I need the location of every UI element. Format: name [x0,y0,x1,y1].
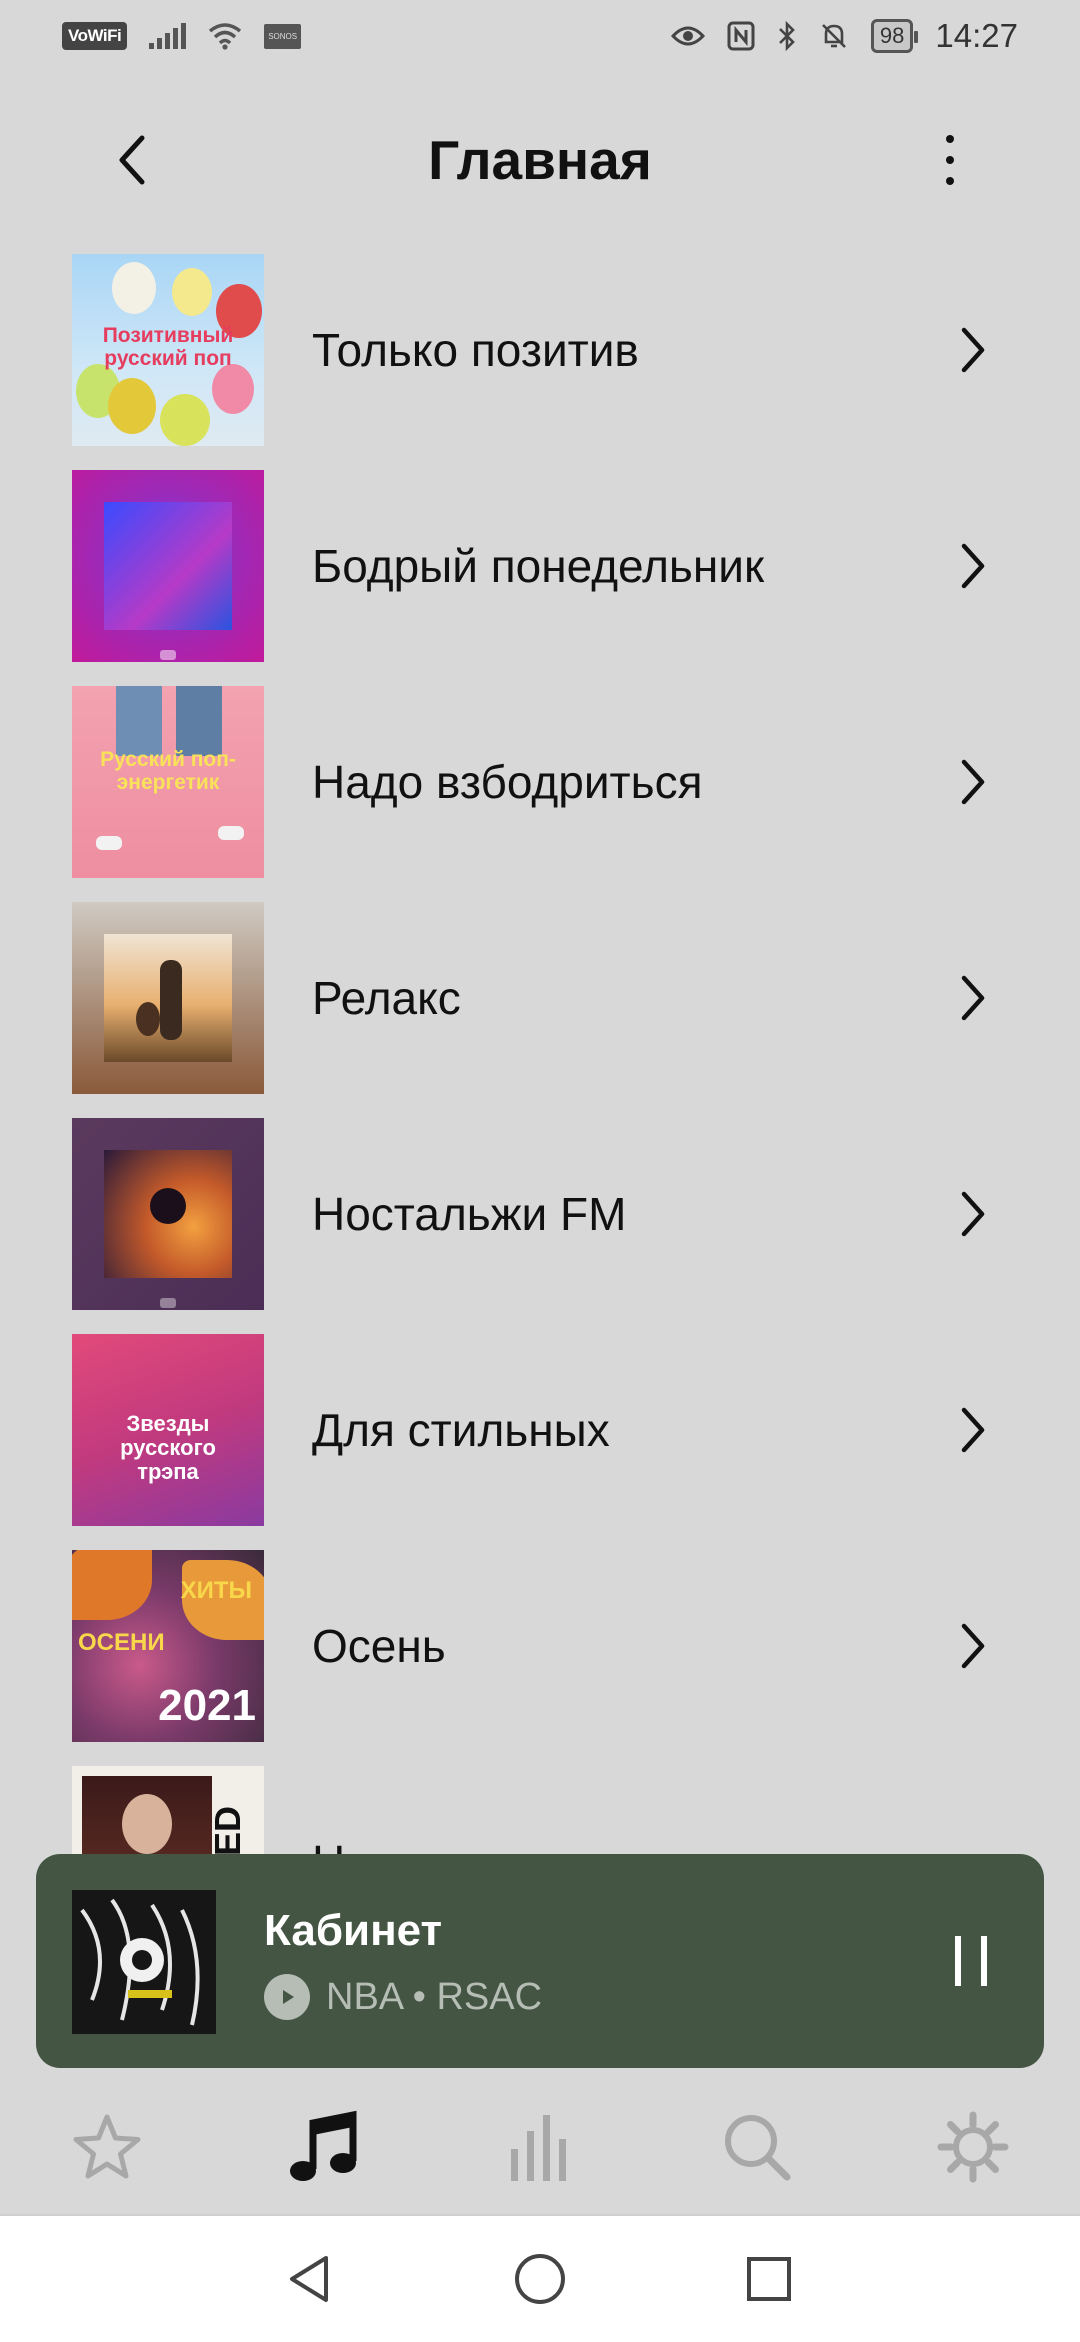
eye-icon [670,26,705,46]
search-icon [725,2115,791,2181]
tab-rooms[interactable] [496,2102,586,2192]
pause-button[interactable] [936,1926,1006,1996]
cover-art: Звезды русского трэпа [72,1334,264,1526]
bell-muted-icon [822,24,846,48]
chevron-right-icon [961,1623,985,1669]
cover-caption: Позитивный русский поп [102,324,234,371]
cover-caption: Русский поп-энергетик [100,748,236,795]
bottom-tab-bar [0,2090,1080,2210]
status-bar: VoWiFi SONOS 98 14:27 [0,0,1080,72]
cover-caption: ОСЕНИ [78,1629,165,1656]
cover-art: Позитивный русский поп [72,254,264,446]
cover-art: ASED [72,1766,264,1854]
cover-art [72,1118,264,1310]
tab-music[interactable] [280,2102,370,2192]
app-header: Главная [0,100,1080,220]
list-item[interactable]: Русский поп-энергетик Надо взбодриться [0,686,1080,880]
tab-favorites[interactable] [62,2102,152,2192]
cover-art: Русский поп-энергетик [72,686,264,878]
system-back-button[interactable] [276,2246,342,2312]
list-item[interactable]: ASED Н [0,1766,1080,1854]
music-note-icon [290,2110,357,2181]
equalizer-icon [511,2115,566,2181]
now-playing-bar[interactable]: Кабинет NBA • RSAC [36,1854,1044,2068]
nfc-icon [727,21,755,51]
tab-search[interactable] [712,2102,802,2192]
battery-indicator: 98 [870,19,919,53]
cover-caption: ХИТЫ [180,1577,252,1604]
cover-caption: 2021 [158,1681,256,1730]
status-left: VoWiFi SONOS [62,22,302,50]
list-item[interactable]: ХИТЫ ОСЕНИ 2021 Осень [0,1550,1080,1744]
list-item[interactable]: Звезды русского трэпа Для стильных [0,1334,1080,1528]
tab-settings[interactable] [928,2102,1018,2192]
chevron-right-icon [961,1407,985,1453]
playlist-title: Ностальжи FM [312,1188,627,1240]
cover-art [72,470,264,662]
circle-home-icon [515,2254,565,2304]
playlist-title: Надо взбодриться [312,756,703,808]
cover-caption: ASED [207,1806,264,1854]
list-item[interactable]: Ностальжи FM [0,1118,1080,1312]
list-item[interactable]: Релакс [0,902,1080,1096]
play-circle-icon [264,1974,310,2020]
gear-icon [937,2111,1009,2183]
more-options-button[interactable] [918,128,982,192]
list-item[interactable]: Позитивный русский поп Только позитив [0,254,1080,448]
now-playing-subtitle: NBA • RSAC [326,1975,543,2018]
cover-art: ХИТЫ ОСЕНИ 2021 [72,1550,264,1742]
now-playing-title: Кабинет [264,1906,443,1955]
pause-bar [955,1936,961,1986]
signal-icon [149,23,187,49]
pause-bar [981,1936,987,1986]
status-time: 14:27 [935,17,1018,54]
chevron-right-icon [961,1191,985,1237]
chevron-right-icon [961,327,985,373]
wifi-icon [209,23,242,50]
system-home-button[interactable] [507,2246,573,2312]
sonos-status-icon: SONOS [264,23,302,49]
more-dot [946,156,954,164]
playlist-title: Бодрый понедельник [312,540,765,592]
more-dot [946,135,954,143]
playlist-title: Для стильных [312,1404,610,1456]
cover-art [72,902,264,1094]
cover-caption: Звезды русского трэпа [120,1411,216,1485]
now-playing-subtitle-row: NBA • RSAC [264,1974,542,2020]
chevron-right-icon [961,975,985,1021]
system-recents-button[interactable] [736,2246,802,2312]
list-item[interactable]: Бодрый понедельник [0,470,1080,664]
more-dot [946,177,954,185]
album-art-icon [72,1890,216,2034]
status-right: 98 14:27 [670,17,1018,55]
bluetooth-icon [779,21,795,51]
playlist-list: Позитивный русский поп Только позитив Бо… [0,254,1080,1854]
square-recents-icon [747,2257,791,2301]
chevron-right-icon [961,759,985,805]
star-icon [73,2114,141,2179]
now-playing-cover [72,1890,216,2034]
playlist-title: Н [312,1766,345,1854]
playlist-title: Только позитив [312,324,639,376]
system-navigation-bar [0,2214,1080,2342]
playlist-title: Осень [312,1620,446,1672]
chevron-right-icon [961,543,985,589]
triangle-back-icon [290,2256,328,2302]
playlist-title: Релакс [312,972,461,1024]
vowifi-badge: VoWiFi [62,22,128,50]
